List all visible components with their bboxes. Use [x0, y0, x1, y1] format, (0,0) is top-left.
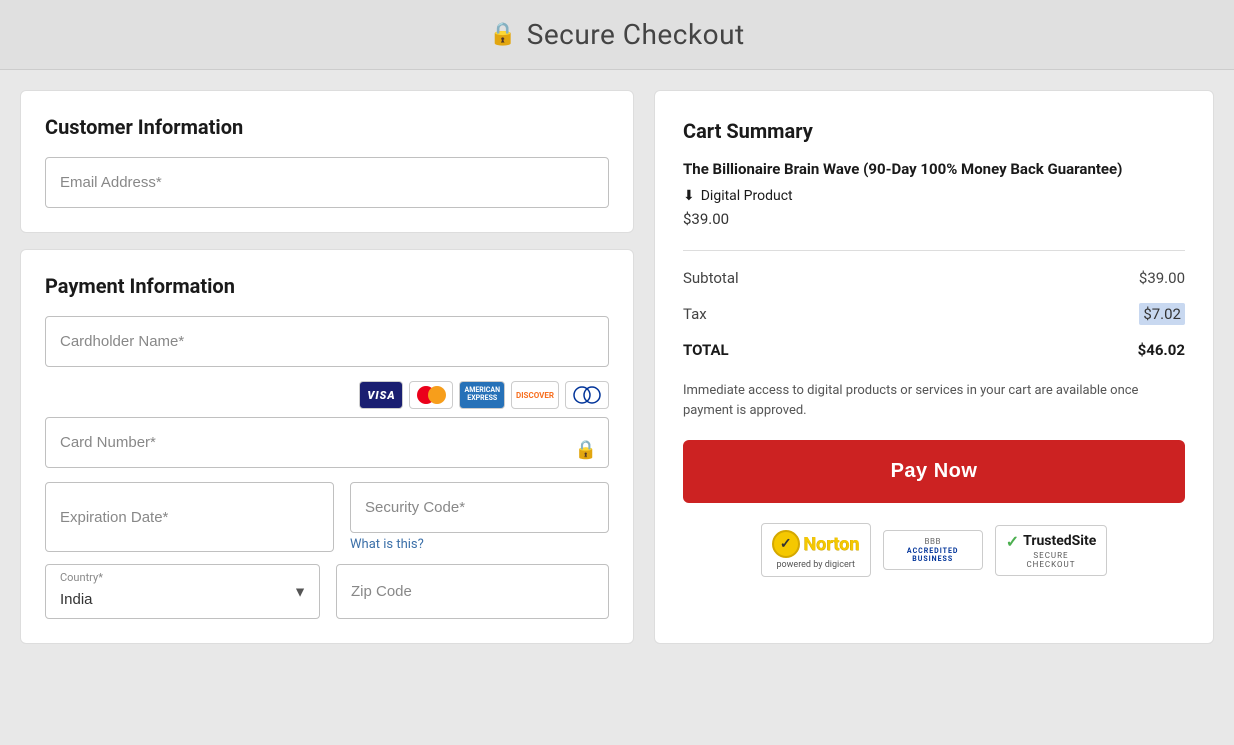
- left-panel: Customer Information Payment Information…: [20, 90, 634, 644]
- bbb-badge: BBB ACCREDITED BUSINESS: [883, 530, 983, 570]
- digital-product-label: Digital Product: [701, 188, 793, 204]
- card-number-field[interactable]: [45, 417, 609, 468]
- bbb-top-text: BBB: [924, 537, 940, 546]
- trusted-check-icon: ✓: [1006, 532, 1019, 551]
- customer-info-title: Customer Information: [45, 115, 609, 139]
- bbb-accredited-text: ACCREDITED: [907, 547, 959, 555]
- card-brand-icons: VISA AMERICANEXPRESS DISCOVER: [45, 381, 609, 409]
- checkout-header: 🔒 Secure Checkout: [0, 0, 1234, 70]
- expiration-field[interactable]: [45, 482, 334, 552]
- zip-code-field[interactable]: [336, 564, 609, 619]
- page-title: Secure Checkout: [527, 18, 745, 51]
- trusted-secure-text: SECURE: [1033, 551, 1068, 560]
- download-icon: ⬇: [683, 188, 695, 204]
- country-select-wrapper: Country* India United States United King…: [45, 564, 320, 619]
- norton-check-icon: ✓: [772, 530, 800, 558]
- email-field[interactable]: [45, 157, 609, 208]
- trusted-site-text: TrustedSite: [1023, 533, 1096, 549]
- access-notice: Immediate access to digital products or …: [683, 381, 1185, 420]
- visa-icon: VISA: [359, 381, 403, 409]
- norton-logo-row: ✓ Norton: [772, 530, 860, 558]
- discover-icon: DISCOVER: [511, 381, 559, 409]
- diners-icon: [565, 381, 609, 409]
- trusted-top-row: ✓ TrustedSite: [1006, 532, 1097, 551]
- subtotal-row: Subtotal $39.00: [683, 269, 1185, 287]
- cardholder-name-field[interactable]: [45, 316, 609, 367]
- country-zip-row: Country* India United States United King…: [45, 564, 609, 619]
- customer-info-card: Customer Information: [20, 90, 634, 233]
- lock-icon: 🔒: [489, 22, 516, 47]
- digital-product-row: ⬇ Digital Product: [683, 188, 1185, 204]
- subtotal-label: Subtotal: [683, 269, 739, 287]
- zip-wrapper: [336, 564, 609, 619]
- trust-badges: ✓ Norton powered by digicert BBB ACCREDI…: [683, 523, 1185, 577]
- what-is-this-link[interactable]: What is this?: [350, 537, 609, 552]
- card-number-wrapper: 🔒: [45, 417, 609, 482]
- payment-info-title: Payment Information: [45, 274, 609, 298]
- amex-icon: AMERICANEXPRESS: [459, 381, 505, 409]
- security-code-field[interactable]: [350, 482, 609, 533]
- total-value: $46.02: [1138, 341, 1185, 359]
- security-col: What is this?: [350, 482, 609, 552]
- cart-title: Cart Summary: [683, 119, 1185, 143]
- trustedsite-badge: ✓ TrustedSite SECURE CHECKOUT: [995, 525, 1108, 576]
- norton-sub: powered by digicert: [776, 560, 854, 570]
- diners-svg: [570, 385, 604, 405]
- trusted-checkout-text: CHECKOUT: [1026, 560, 1075, 569]
- tax-value: $7.02: [1139, 303, 1185, 325]
- mastercard-icon: [409, 381, 453, 409]
- payment-info-card: Payment Information VISA AMERICANEXPRESS…: [20, 249, 634, 644]
- subtotal-value: $39.00: [1139, 269, 1185, 287]
- main-layout: Customer Information Payment Information…: [0, 70, 1234, 664]
- divider-1: [683, 250, 1185, 251]
- bbb-business-text: BUSINESS: [912, 555, 953, 563]
- cart-summary-panel: Cart Summary The Billionaire Brain Wave …: [654, 90, 1214, 644]
- norton-text: Norton: [804, 534, 860, 555]
- product-price: $39.00: [683, 210, 1185, 228]
- total-label: TOTAL: [683, 341, 729, 359]
- expiry-security-row: What is this?: [45, 482, 609, 552]
- product-name: The Billionaire Brain Wave (90-Day 100% …: [683, 159, 1185, 180]
- card-lock-icon: 🔒: [575, 439, 597, 460]
- total-row: TOTAL $46.02: [683, 341, 1185, 359]
- pay-now-button[interactable]: Pay Now: [683, 440, 1185, 503]
- tax-label: Tax: [683, 305, 707, 323]
- norton-badge: ✓ Norton powered by digicert: [761, 523, 871, 577]
- tax-row: Tax $7.02: [683, 303, 1185, 325]
- country-label: Country*: [60, 571, 103, 584]
